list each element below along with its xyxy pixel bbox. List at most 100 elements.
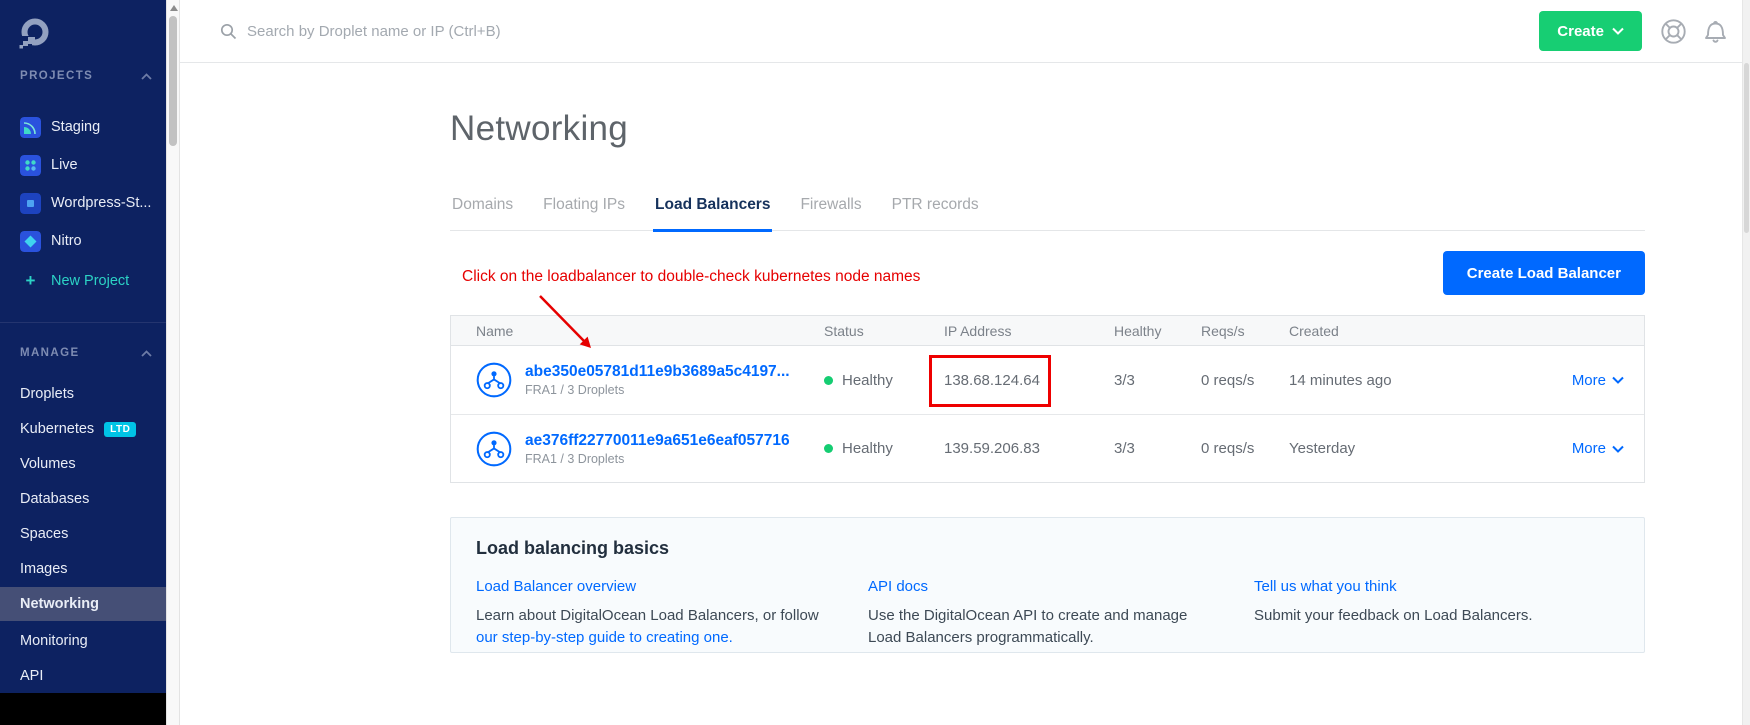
search-icon (220, 23, 237, 40)
basics-text: Submit your feedback on Load Balancers. (1254, 605, 1619, 627)
help-icon[interactable] (1660, 18, 1687, 45)
annotation-text: Click on the loadbalancer to double-chec… (462, 268, 920, 286)
load-balancer-region: FRA1 / 3 Droplets (525, 383, 790, 397)
sidebar-item-droplets[interactable]: Droplets (0, 379, 166, 409)
healthy-status-dot (824, 376, 833, 385)
digitalocean-logo-icon[interactable] (16, 16, 52, 52)
step-by-step-guide-link[interactable]: our step-by-step guide to creating one. (476, 629, 733, 646)
item-label: API (20, 668, 43, 684)
sidebar-item-networking[interactable]: Networking (0, 587, 166, 621)
tell-us-what-you-think-link[interactable]: Tell us what you think (1254, 578, 1397, 595)
sidebar-item-volumes[interactable]: Volumes (0, 449, 166, 479)
projects-label: PROJECTS (20, 70, 93, 82)
created-time: 14 minutes ago (1289, 372, 1479, 389)
column-header-name: Name (451, 323, 824, 339)
chevron-down-icon (1612, 445, 1624, 453)
column-header-healthy: Healthy (1114, 323, 1201, 339)
item-label: Monitoring (20, 633, 88, 649)
manage-label: MANAGE (20, 347, 80, 359)
notifications-bell-icon[interactable] (1703, 18, 1728, 45)
sidebar-item-spaces[interactable]: Spaces (0, 519, 166, 549)
sidebar-item-api[interactable]: API (0, 661, 166, 691)
create-load-balancer-button[interactable]: Create Load Balancer (1443, 251, 1645, 295)
search-bar (220, 23, 1539, 40)
load-balancer-overview-link[interactable]: Load Balancer overview (476, 578, 636, 595)
sidebar-item-kubernetes[interactable]: Kubernetes LTD (0, 414, 166, 444)
item-label: Spaces (20, 526, 68, 542)
load-balancer-name-link[interactable]: ae376ff22770011e9a651e6eaf057716 (525, 432, 790, 450)
topbar: Create (180, 0, 1742, 63)
main-content: Networking Domains Floating IPs Load Bal… (180, 63, 1742, 725)
healthy-count: 3/3 (1114, 440, 1201, 457)
sidebar-item-images[interactable]: Images (0, 554, 166, 584)
column-header-ip: IP Address (944, 323, 1114, 339)
ip-address: 138.68.124.64 (944, 372, 1114, 389)
requests-per-second: 0 reqs/s (1201, 440, 1289, 457)
tab-domains[interactable]: Domains (450, 196, 515, 232)
load-balancer-table: Name Status IP Address Healthy Reqs/s Cr… (450, 315, 1645, 483)
more-menu-button[interactable]: More (1572, 440, 1644, 457)
load-balancing-basics-card: Load balancing basics Load Balancer over… (450, 517, 1645, 653)
basics-column-api: API docs Use the DigitalOcean API to cre… (868, 578, 1254, 648)
new-project-button[interactable]: + New Project (0, 266, 166, 296)
load-balancer-region: FRA1 / 3 Droplets (525, 452, 790, 466)
tab-ptr-records[interactable]: PTR records (890, 196, 981, 232)
column-header-status: Status (824, 323, 944, 339)
load-balancer-icon (476, 431, 512, 467)
chevron-up-icon (141, 350, 152, 357)
table-header-row: Name Status IP Address Healthy Reqs/s Cr… (451, 316, 1644, 346)
scrollbar-thumb[interactable] (169, 16, 177, 146)
scrollbar-up-arrow-icon[interactable] (170, 5, 178, 11)
sidebar-item-databases[interactable]: Databases (0, 484, 166, 514)
sidebar-project-nitro[interactable]: Nitro (0, 226, 166, 256)
load-balancer-name-link[interactable]: abe350e05781d11e9b3689a5c4197... (525, 363, 790, 381)
chevron-up-icon (141, 73, 152, 80)
project-label: Live (51, 157, 78, 173)
wordpress-project-icon (20, 193, 41, 214)
tab-floating-ips[interactable]: Floating IPs (541, 196, 627, 232)
manage-section-header[interactable]: MANAGE (20, 347, 152, 359)
new-project-label: New Project (51, 273, 129, 289)
status-text: Healthy (842, 440, 893, 457)
table-row[interactable]: abe350e05781d11e9b3689a5c4197... FRA1 / … (451, 346, 1644, 414)
sidebar-bottom-void (0, 693, 166, 725)
search-input[interactable] (247, 23, 667, 40)
basics-text: Learn about DigitalOcean Load Balancers,… (476, 607, 819, 624)
column-header-reqs: Reqs/s (1201, 323, 1289, 339)
sidebar-scrollbar[interactable] (166, 0, 180, 725)
more-menu-button[interactable]: More (1572, 372, 1644, 389)
page-title: Networking (450, 109, 628, 149)
table-row[interactable]: ae376ff22770011e9a651e6eaf057716 FRA1 / … (451, 414, 1644, 482)
create-button[interactable]: Create (1539, 11, 1642, 51)
item-label: Volumes (20, 456, 76, 472)
basics-text: Use the DigitalOcean API to create and m… (868, 605, 1208, 648)
load-balancer-icon (476, 362, 512, 398)
plus-icon: + (20, 271, 41, 291)
column-header-created: Created (1289, 323, 1479, 339)
item-label: Networking (20, 596, 99, 612)
tab-firewalls[interactable]: Firewalls (798, 196, 863, 232)
page-scrollbar[interactable] (1742, 0, 1750, 725)
live-project-icon (20, 155, 41, 176)
created-time: Yesterday (1289, 440, 1479, 457)
page-scrollbar-thumb[interactable] (1744, 63, 1749, 233)
projects-section-header[interactable]: PROJECTS (20, 70, 152, 82)
tab-bar: Domains Floating IPs Load Balancers Fire… (450, 196, 1645, 231)
sidebar-project-live[interactable]: Live (0, 150, 166, 180)
item-label: Databases (20, 491, 89, 507)
staging-project-icon (20, 117, 41, 138)
item-label: Kubernetes (20, 421, 94, 437)
sidebar-project-staging[interactable]: Staging (0, 112, 166, 142)
app-root: PROJECTS Staging Live (0, 0, 1750, 725)
item-label: Droplets (20, 386, 74, 402)
basics-title: Load balancing basics (476, 538, 1619, 559)
tab-load-balancers[interactable]: Load Balancers (653, 196, 772, 232)
sidebar-project-wordpress[interactable]: Wordpress-St... (0, 188, 166, 218)
basics-column-feedback: Tell us what you think Submit your feedb… (1254, 578, 1619, 648)
ip-address: 139.59.206.83 (944, 440, 1114, 457)
status-text: Healthy (842, 372, 893, 389)
sidebar-item-monitoring[interactable]: Monitoring (0, 626, 166, 656)
basics-column-overview: Load Balancer overview Learn about Digit… (476, 578, 868, 648)
item-label: Images (20, 561, 68, 577)
api-docs-link[interactable]: API docs (868, 578, 928, 595)
